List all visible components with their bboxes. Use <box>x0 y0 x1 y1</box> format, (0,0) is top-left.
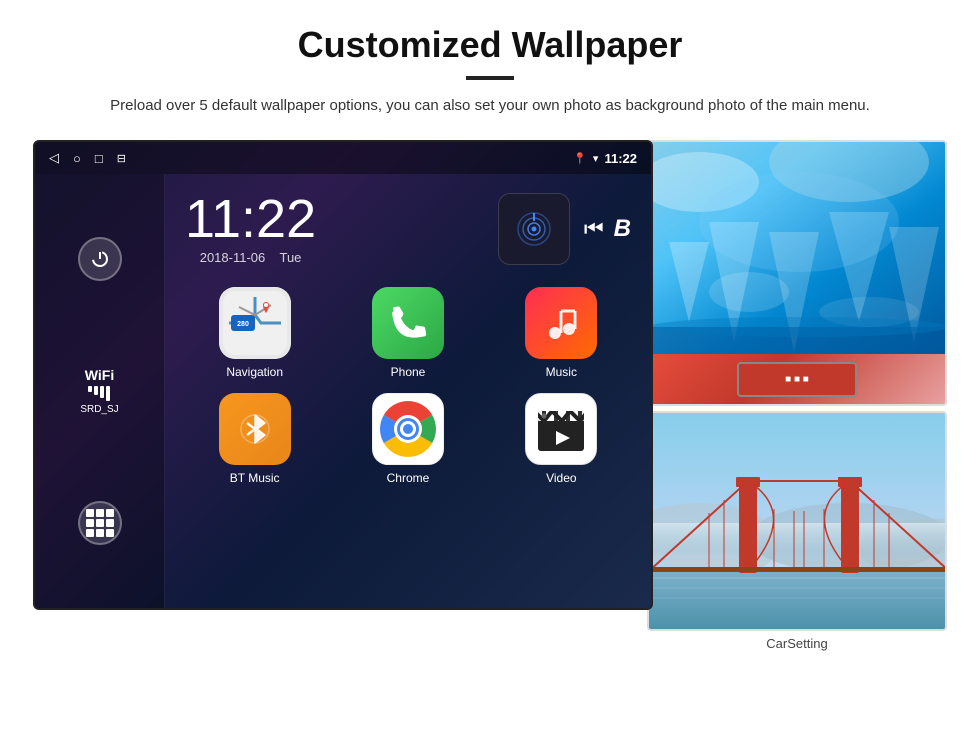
app-video[interactable]: Video <box>492 393 631 485</box>
location-icon: 📍 <box>573 152 587 165</box>
clock-area: 11:22 2018-11-06 Tue <box>165 174 651 275</box>
app-bt-music[interactable]: BT Music <box>185 393 324 485</box>
grid-dot <box>86 529 94 537</box>
grid-dot <box>96 519 104 527</box>
media-controls: ⏮ B <box>584 215 631 243</box>
chrome-icon <box>372 393 444 465</box>
status-left: ◁ ○ □ ⊟ <box>49 150 126 166</box>
device-preview: ■ ■ ■ <box>647 354 947 406</box>
left-sidebar: WiFi SRD_SJ <box>35 174 165 608</box>
chrome-svg <box>378 399 438 459</box>
phone-svg <box>388 303 428 343</box>
wallpaper-bridge-thumb <box>647 411 947 631</box>
status-right: 📍 ▾ 11:22 <box>573 151 637 166</box>
device-label: ■ ■ ■ <box>785 374 809 385</box>
title-divider <box>466 76 514 80</box>
next-track-icon[interactable]: B <box>614 215 631 243</box>
clock-date: 2018-11-06 Tue <box>185 250 316 265</box>
center-content: 11:22 2018-11-06 Tue <box>165 174 651 608</box>
device-bar: ■ ■ ■ <box>737 362 857 397</box>
app-chrome[interactable]: Chrome <box>338 393 477 485</box>
prev-track-icon[interactable]: ⏮ <box>584 216 604 242</box>
right-panel: ■ ■ ■ <box>653 140 947 653</box>
wifi-bar-3 <box>100 386 104 398</box>
music-svg <box>539 301 583 345</box>
content-area: ◁ ○ □ ⊟ 📍 ▾ 11:22 <box>40 140 940 653</box>
screenshot-icon: ⊟ <box>117 152 126 165</box>
power-button[interactable] <box>78 237 122 281</box>
clock-time: 11:22 <box>185 192 316 246</box>
wifi-icon: ▾ <box>593 152 599 165</box>
status-time: 11:22 <box>604 151 637 166</box>
navigation-icon: 280 <box>219 287 291 359</box>
status-bar: ◁ ○ □ ⊟ 📍 ▾ 11:22 <box>35 142 651 174</box>
apps-grid-button[interactable] <box>78 501 122 545</box>
apps-grid-icon <box>86 509 114 537</box>
phone-label: Phone <box>391 365 426 379</box>
nav-map-svg: 280 <box>219 287 291 359</box>
music-icon <box>525 287 597 359</box>
bt-music-label: BT Music <box>230 471 280 485</box>
ice-wallpaper-svg <box>649 142 947 358</box>
app-grid: 280 Navigation <box>165 275 651 499</box>
bt-music-icon <box>219 393 291 465</box>
recents-icon: □ <box>95 151 103 166</box>
wifi-info: WiFi SRD_SJ <box>80 367 118 415</box>
wallpaper-ice-container: ■ ■ ■ <box>653 140 947 406</box>
grid-dot <box>96 529 104 537</box>
screen-body: WiFi SRD_SJ <box>35 174 651 608</box>
video-label: Video <box>546 471 576 485</box>
wifi-ssid: SRD_SJ <box>80 404 118 415</box>
page-description: Preload over 5 default wallpaper options… <box>110 94 870 118</box>
bridge-wallpaper-svg <box>649 413 947 631</box>
carsetting-label-container: CarSetting <box>766 635 827 653</box>
radio-svg-icon <box>512 207 556 251</box>
video-icon <box>525 393 597 465</box>
wifi-bars <box>80 386 118 401</box>
chrome-label: Chrome <box>387 471 430 485</box>
svg-text:280: 280 <box>237 321 249 328</box>
back-icon: ◁ <box>49 150 59 166</box>
grid-dot <box>86 509 94 517</box>
android-screen: ◁ ○ □ ⊟ 📍 ▾ 11:22 <box>33 140 653 610</box>
grid-dot <box>86 519 94 527</box>
bt-svg <box>233 407 277 451</box>
home-icon: ○ <box>73 151 81 166</box>
wifi-bar-2 <box>94 386 98 395</box>
grid-dot <box>106 509 114 517</box>
app-navigation[interactable]: 280 Navigation <box>185 287 324 379</box>
grid-dot <box>106 529 114 537</box>
grid-dot <box>106 519 114 527</box>
grid-dot <box>96 509 104 517</box>
phone-icon <box>372 287 444 359</box>
wallpaper-bridge-container: CarSetting <box>653 411 947 653</box>
app-music[interactable]: Music <box>492 287 631 379</box>
top-right-icons: ⏮ B <box>498 193 631 265</box>
app-phone[interactable]: Phone <box>338 287 477 379</box>
wallpaper-ice-thumb <box>647 140 947 358</box>
clock-block: 11:22 2018-11-06 Tue <box>185 192 316 265</box>
carsetting-label: CarSetting <box>766 636 827 651</box>
wifi-bar-4 <box>106 386 110 401</box>
video-svg <box>534 405 588 453</box>
radio-icon-box <box>498 193 570 265</box>
page-title: Customized Wallpaper <box>298 24 683 66</box>
music-label: Music <box>546 365 577 379</box>
navigation-label: Navigation <box>226 365 283 379</box>
wifi-bar-1 <box>88 386 92 392</box>
wifi-label: WiFi <box>80 367 118 383</box>
page-container: Customized Wallpaper Preload over 5 defa… <box>0 0 980 750</box>
